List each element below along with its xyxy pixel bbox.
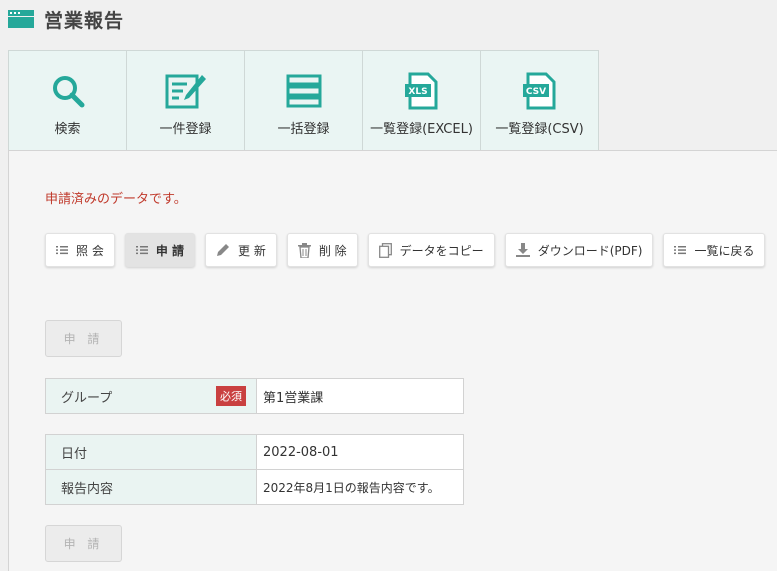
content-value: 2022年8月1日の報告内容です。 [256,469,464,505]
list-rows-icon [286,74,321,108]
back-label: 一覧に戻る [694,243,755,258]
page-title: 営業報告 [44,9,125,32]
tab-label: 一括登録 [277,122,330,137]
tab-single-register[interactable]: 一件登録 [126,50,245,151]
list-icon [135,246,148,255]
window-icon [8,10,34,28]
apply-label: 申 請 [155,243,185,258]
trash-icon [297,242,311,258]
tab-search[interactable]: 検索 [8,50,127,151]
apply-button-bottom[interactable]: 申 請 [45,525,122,562]
list-icon [674,246,687,255]
group-label-cell: グループ 必須 [45,378,257,414]
status-notice: 申請済みのデータです。 [45,192,187,207]
tab-bulk-register[interactable]: 一括登録 [244,50,363,151]
list-icon [56,246,68,255]
table-row: グループ 必須 第1営業課 [45,378,464,414]
table-row: 報告内容 2022年8月1日の報告内容です。 [45,469,464,505]
required-badge: 必須 [216,386,246,406]
tab-label: 一件登録 [159,122,212,137]
update-button[interactable]: 更 新 [205,233,277,267]
content-panel [8,150,777,571]
download-pdf-button[interactable]: ダウンロード(PDF) [504,233,654,267]
view-label: 照 会 [76,243,104,258]
table-row: 日付 2022-08-01 [45,434,464,470]
action-toolbar: 照 会 申 請 更 新 削 除 データをコピー ダウンロード(PDF) 一覧に戻… [45,233,775,267]
edit-form-icon [165,74,206,109]
apply-tab-button[interactable]: 申 請 [124,233,196,267]
delete-button[interactable]: 削 除 [286,233,358,267]
xls-file-icon: XLS [404,72,437,110]
tab-label: 検索 [54,122,81,137]
delete-label: 削 除 [318,243,347,258]
search-icon [52,76,84,108]
tab-excel-register[interactable]: XLS 一覧登録(EXCEL) [362,50,481,151]
tab-label: 一覧登録(EXCEL) [370,122,473,137]
copy-label: データをコピー [399,243,484,258]
back-to-list-button[interactable]: 一覧に戻る [663,233,766,267]
copy-data-button[interactable]: データをコピー [367,233,495,267]
page-header: 営業報告 [8,6,124,32]
download-icon [515,243,530,257]
content-label: 報告内容 [45,469,257,505]
xls-badge: XLS [408,87,427,97]
date-value: 2022-08-01 [256,434,464,470]
copy-icon [378,242,392,258]
csv-badge: CSV [525,87,545,97]
group-value: 第1営業課 [256,378,464,414]
pencil-icon [217,244,230,256]
date-label: 日付 [45,434,257,470]
report-table: 日付 2022-08-01 報告内容 2022年8月1日の報告内容です。 [45,434,464,505]
tab-label: 一覧登録(CSV) [495,122,584,137]
apply-button-top[interactable]: 申 請 [45,320,122,357]
csv-file-icon: CSV [522,72,555,110]
update-label: 更 新 [238,243,266,258]
tab-csv-register[interactable]: CSV 一覧登録(CSV) [480,50,599,151]
group-table: グループ 必須 第1営業課 [45,378,464,414]
function-tabs: 検索 一件登録 一括登録 XLS 一覧登録(EXCEL) CSV 一覧登録(CS… [8,50,599,151]
download-label: ダウンロード(PDF) [537,243,643,258]
group-label: グループ [61,390,113,406]
view-button[interactable]: 照 会 [45,233,115,267]
